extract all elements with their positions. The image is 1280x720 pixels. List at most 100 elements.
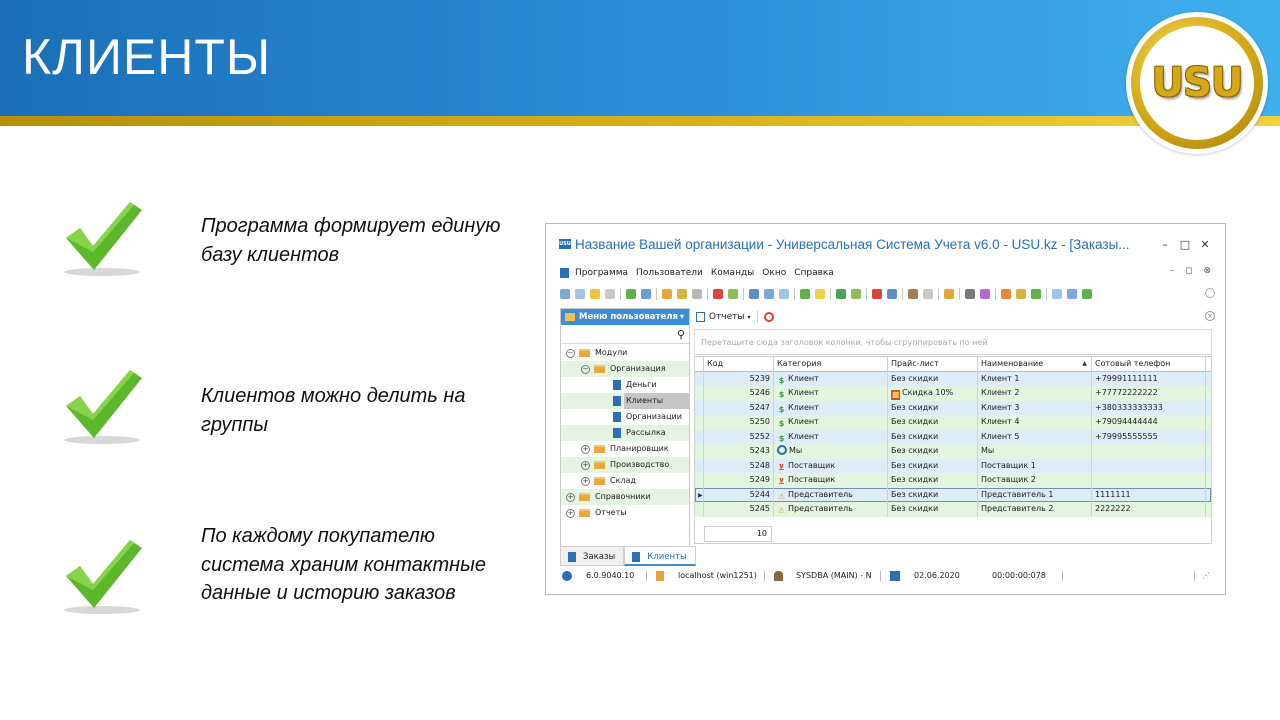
tab-orders[interactable]: Заказы [560,546,625,566]
tree-item-money[interactable]: Деньги [561,377,689,393]
tree-item-production[interactable]: + Производство [561,457,689,473]
tree-item-organization[interactable]: − Организация [561,361,689,377]
tree-item-reports[interactable]: + Отчеты [561,505,689,521]
expander-icon[interactable]: + [581,477,590,486]
table-row-current[interactable]: ▶ 5244 ⚠ Представитель Без скидки Предста… [695,487,1211,502]
toolbar-icon[interactable] [713,289,723,299]
toolbar-icon[interactable] [872,289,882,299]
toolbar-icon[interactable] [851,289,861,299]
tree-item-organizations[interactable]: Организации [561,409,689,425]
toolbar-icon[interactable] [836,289,846,299]
document-icon [632,552,641,562]
toolbar-icon[interactable] [749,289,759,299]
menu-users[interactable]: Пользователи [636,268,703,278]
column-header-price-list[interactable]: Прайс-лист [888,357,978,372]
toolbar-icon[interactable] [605,289,615,299]
resize-grip-icon[interactable]: ⋰ [1202,568,1210,584]
toolbar-icon[interactable] [908,289,918,299]
maximize-button[interactable]: □ [1178,238,1192,251]
cell-name: Представитель 1 [978,487,1092,502]
pin-icon[interactable]: ▾ [680,309,684,325]
table-row[interactable]: 5252 $ Клиент Без скидки Клиент 5 +799955… [695,429,1211,444]
toolbar-icon[interactable] [662,289,672,299]
toolbar-icon[interactable] [1016,289,1026,299]
table-row[interactable]: 5245 ⚠ Представитель Без скидки Представи… [695,502,1211,517]
toolbar-icon[interactable] [764,289,774,299]
table-row[interactable]: 5243 Мы Без скидки Мы [695,444,1211,459]
dropdown-arrow-icon[interactable]: ▾ [748,314,751,321]
column-header-category[interactable]: Категория [774,357,888,372]
toolbar-icon[interactable] [965,289,975,299]
table-row[interactable]: 5248 ⊻ Поставщик Без скидки Поставщик 1 [695,458,1211,473]
expander-icon[interactable]: − [566,349,575,358]
column-header-phone[interactable]: Сотовый телефон [1092,357,1206,372]
group-by-panel[interactable]: Перетащите сюда заголовок колонки, чтобы… [694,329,1212,355]
tree-label: Деньги [626,380,657,389]
table-row[interactable]: 5249 ⊻ Поставщик Без скидки Поставщик 2 [695,473,1211,488]
expander-icon[interactable]: + [581,445,590,454]
toolbar-icon[interactable] [923,289,933,299]
reports-button[interactable]: Отчеты [709,312,745,322]
toolbar-icon[interactable] [560,289,570,299]
refresh-icon[interactable] [763,312,774,322]
tree-item-modules[interactable]: − Модули [561,345,689,361]
cell-name: Клиент 3 [978,400,1092,415]
toolbar-icon[interactable] [1001,289,1011,299]
bullet-text-1: Программа формирует единую базу клиентов [201,215,501,266]
tree-item-scheduler[interactable]: + Планировщик [561,441,689,457]
table-row[interactable]: 5246 $ Клиент ■ Скидка 10% Клиент 2 +77772… [695,386,1211,401]
table-row[interactable]: 5247 $ Клиент Без скидки Клиент 3 +380333… [695,400,1211,415]
mdi-controls[interactable]: – ◻ ⊗ [1170,266,1215,276]
tree-item-warehouse[interactable]: + Склад [561,473,689,489]
menu-commands[interactable]: Команды [711,268,754,278]
toolbar-icon[interactable] [1031,289,1041,299]
menu-program[interactable]: Программа [575,268,628,278]
toolbar-icon[interactable] [1052,289,1062,299]
toolbar-icon[interactable] [692,289,702,299]
toolbar-icon[interactable] [779,289,789,299]
toolbar-icon[interactable] [728,289,738,299]
toolbar-icon[interactable] [641,289,651,299]
minimize-button[interactable]: – [1158,238,1172,251]
cell-phone: 2222222 [1092,502,1206,517]
toolbar-icon[interactable] [887,289,897,299]
dollar-icon: $ [778,404,785,414]
search-icon[interactable]: ⚲ [677,328,685,341]
toolbar-close-icon[interactable] [1205,288,1215,298]
tree-label: Организации [626,412,682,421]
column-header-code[interactable]: Код [704,357,774,372]
menu-help[interactable]: Справка [794,268,834,278]
user-menu-search[interactable]: ⚲ [561,326,689,344]
expander-icon[interactable]: + [566,509,575,518]
toolbar-icon[interactable] [944,289,954,299]
table-row[interactable]: 5239 $ Клиент Без скидки Клиент 1 +799911… [695,371,1211,386]
cell-name: Представитель 2 [978,502,1092,517]
toolbar-icon[interactable] [1067,289,1077,299]
column-header-name[interactable]: Наименование ▲ [978,357,1092,372]
menu-window[interactable]: Окно [762,268,786,278]
close-pane-icon[interactable]: × [1205,311,1215,321]
table-row[interactable]: 5250 $ Клиент Без скидки Клиент 4 +790944… [695,415,1211,430]
toolbar-icon[interactable] [590,289,600,299]
cell-price-list: Без скидки [888,429,978,444]
toolbar-icon[interactable] [626,289,636,299]
toolbar-icon[interactable] [800,289,810,299]
tree-item-mailing[interactable]: Рассылка [561,425,689,441]
toolbar-icon[interactable] [575,289,585,299]
expander-icon[interactable]: + [581,461,590,470]
play-icon[interactable] [1082,289,1092,299]
expander-icon[interactable]: − [581,365,590,374]
gift-icon: ■ [891,390,900,400]
toolbar-icon[interactable] [677,289,687,299]
category-label: Клиент [788,417,819,426]
cell-category: ⊻ Поставщик [774,458,888,473]
toolbar-separator [938,288,939,300]
toolbar-icon[interactable] [980,289,990,299]
tree-item-references[interactable]: + Справочники [561,489,689,505]
close-button[interactable]: ✕ [1198,238,1212,251]
tab-clients[interactable]: Клиенты [624,546,696,566]
folder-icon [594,461,605,469]
toolbar-icon[interactable] [815,289,825,299]
expander-icon[interactable]: + [566,493,575,502]
tree-item-clients[interactable]: Клиенты [561,393,689,409]
